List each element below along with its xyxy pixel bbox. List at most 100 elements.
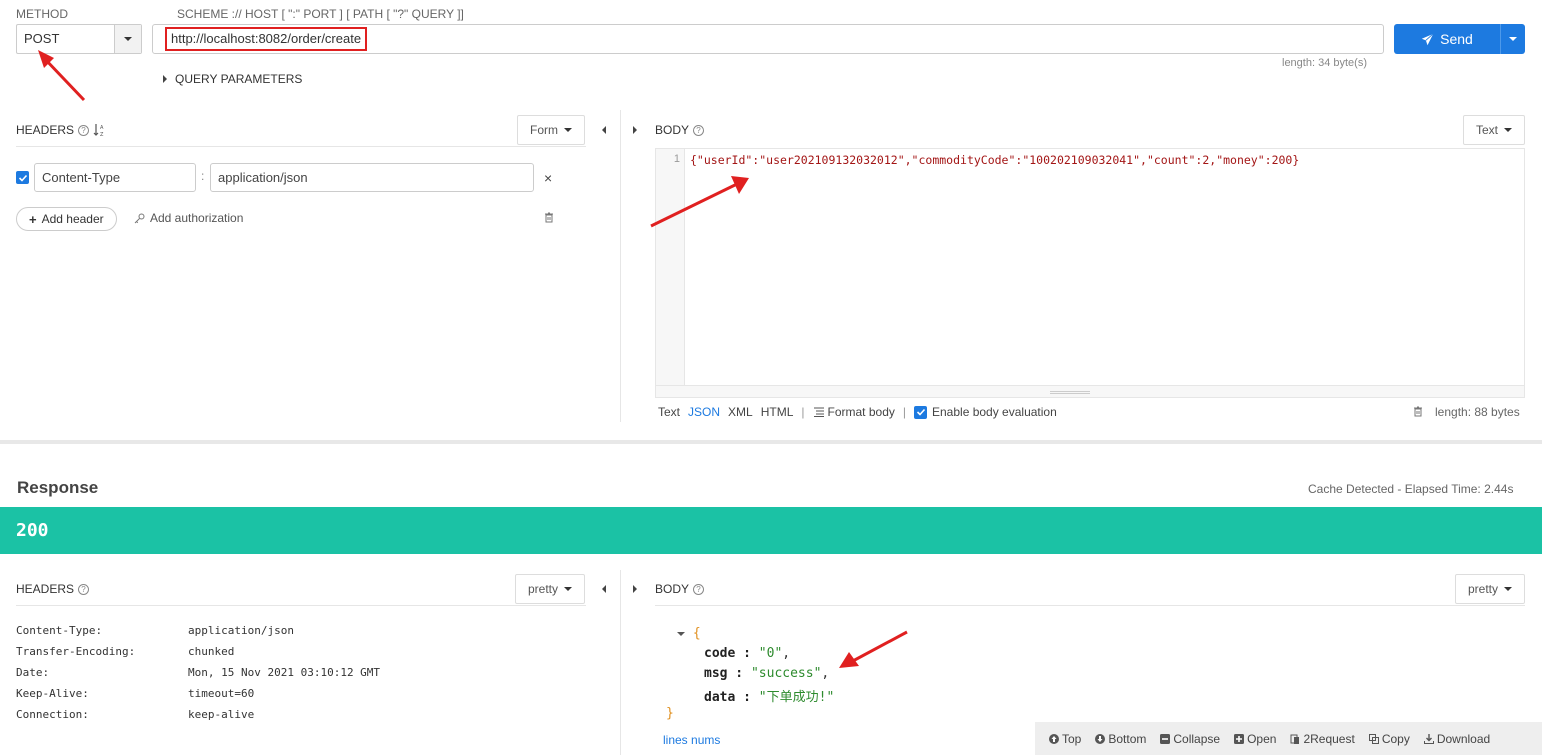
req-headers-mode-dropdown[interactable]: Form (517, 115, 585, 145)
collapse-button[interactable]: Collapse (1160, 732, 1220, 746)
format-body-button[interactable]: Format body (813, 405, 895, 419)
add-header-label: Add header (41, 212, 104, 226)
json-key: data (704, 690, 736, 705)
query-parameters-toggle[interactable]: QUERY PARAMETERS (163, 72, 302, 86)
elapsed-time: Cache Detected - Elapsed Time: 2.44s (1308, 482, 1514, 496)
send-button[interactable]: Send (1394, 24, 1525, 54)
caret-right-icon (163, 75, 167, 83)
help-icon[interactable]: ? (693, 583, 705, 595)
add-header-button[interactable]: + Add header (16, 207, 117, 231)
format-json[interactable]: JSON (688, 405, 720, 419)
enable-eval-toggle[interactable]: Enable body evaluation (914, 405, 1057, 419)
download-icon (1423, 733, 1434, 744)
scheme-label: SCHEME :// HOST [ ":" PORT ] [ PATH [ "?… (177, 7, 464, 21)
copy-icon (1368, 733, 1379, 744)
format-body-label: Format body (827, 405, 895, 419)
format-xml[interactable]: XML (728, 405, 753, 419)
collapse-left-icon[interactable] (602, 585, 606, 593)
json-value: "success" (750, 666, 822, 681)
paste-icon (1290, 734, 1300, 744)
panel-splitter[interactable] (620, 110, 621, 422)
collapse-node-icon[interactable] (677, 631, 685, 636)
response-toolbar: Top Bottom Collapse Open 2Request Copy D… (1035, 722, 1542, 755)
bottom-button[interactable]: Bottom (1095, 732, 1146, 746)
resp-header-name: Date: (16, 666, 50, 679)
separator: | (902, 405, 906, 419)
query-parameters-label: QUERY PARAMETERS (175, 72, 303, 86)
sort-az-icon[interactable]: AZ (93, 123, 107, 137)
editor-footer (656, 385, 1524, 397)
req-headers-heading: HEADERS ? AZ (16, 123, 107, 137)
help-icon[interactable]: ? (78, 124, 90, 136)
resp-header-value: application/json (188, 624, 294, 637)
resp-body-mode: pretty (1467, 582, 1498, 596)
req-body-mode: Text (1475, 123, 1498, 137)
help-icon[interactable]: ? (693, 124, 705, 136)
chevron-down-icon (564, 128, 572, 132)
header-value-input[interactable]: application/json (210, 163, 534, 192)
remove-header-icon[interactable]: × (544, 170, 552, 186)
svg-text:A: A (100, 125, 104, 131)
top-button[interactable]: Top (1049, 732, 1081, 746)
url-length: length: 34 byte(s) (1282, 57, 1367, 69)
req-body-title: BODY (655, 123, 690, 137)
chevron-down-icon (124, 37, 132, 41)
url-input[interactable]: http://localhost:8082/order/create (152, 24, 1384, 54)
method-label: METHOD (16, 7, 68, 21)
json-value: "下单成功!" (758, 690, 835, 705)
collapse-left-icon[interactable] (602, 126, 606, 134)
lines-nums-link[interactable]: lines nums (663, 733, 720, 747)
json-comma: , (821, 666, 830, 681)
json-value: "0" (758, 646, 783, 661)
copy-button[interactable]: Copy (1368, 731, 1410, 746)
annotation-arrow (38, 50, 86, 102)
add-authorization-link[interactable]: Add authorization (134, 211, 243, 225)
req-headers-title: HEADERS (16, 123, 75, 137)
copy-label: Copy (1381, 731, 1410, 746)
status-code: 200 (16, 520, 49, 541)
json-key: msg (704, 666, 728, 681)
resize-handle[interactable] (1050, 391, 1090, 394)
send-options-toggle[interactable] (1500, 24, 1525, 54)
svg-text:Z: Z (100, 132, 104, 137)
chevron-down-icon (1504, 128, 1512, 132)
resp-headers-title: HEADERS (16, 582, 75, 596)
enable-eval-checkbox[interactable] (914, 405, 927, 419)
chevron-down-icon (564, 587, 572, 591)
json-close-line: } (666, 706, 674, 721)
resp-header-name: Transfer-Encoding: (16, 645, 136, 658)
format-text[interactable]: Text (658, 405, 680, 419)
trash-icon[interactable] (1413, 406, 1423, 417)
resp-header-name: Connection: (16, 708, 89, 721)
send-label: Send (1440, 31, 1473, 47)
json-open-brace: { (692, 626, 701, 641)
panel-splitter[interactable] (620, 570, 621, 755)
chevron-down-icon (1509, 37, 1517, 41)
bottom-label: Bottom (1108, 731, 1147, 746)
open-button[interactable]: Open (1234, 732, 1276, 746)
download-label: Download (1436, 731, 1491, 746)
body-content[interactable]: {"userId":"user202109132032012","commodi… (690, 153, 1299, 167)
resp-headers-mode: pretty (527, 582, 558, 596)
divider (16, 146, 586, 147)
response-title: Response (17, 478, 99, 497)
format-html[interactable]: HTML (761, 405, 794, 419)
resp-headers-mode-dropdown[interactable]: pretty (515, 574, 585, 604)
method-dropdown-toggle[interactable] (114, 25, 141, 53)
req-body-mode-dropdown[interactable]: Text (1463, 115, 1525, 145)
to-request-button[interactable]: 2Request (1290, 731, 1355, 746)
download-button[interactable]: Download (1423, 731, 1491, 746)
collapse-right-icon[interactable] (633, 126, 637, 134)
collapse-right-icon[interactable] (633, 585, 637, 593)
line-number: 1 (673, 153, 680, 165)
header-enabled-checkbox[interactable] (16, 171, 29, 184)
body-editor[interactable]: 1 {"userId":"user202109132032012","commo… (655, 148, 1525, 398)
header-name-input[interactable]: Content-Type (34, 163, 196, 192)
resp-body-mode-dropdown[interactable]: pretty (1455, 574, 1525, 604)
header-separator: : (201, 169, 205, 183)
help-icon[interactable]: ? (78, 583, 90, 595)
to-request-label: 2Request (1303, 731, 1355, 746)
minus-square-icon (1160, 733, 1171, 744)
json-root-line: { (677, 626, 701, 641)
trash-icon[interactable] (544, 212, 554, 223)
